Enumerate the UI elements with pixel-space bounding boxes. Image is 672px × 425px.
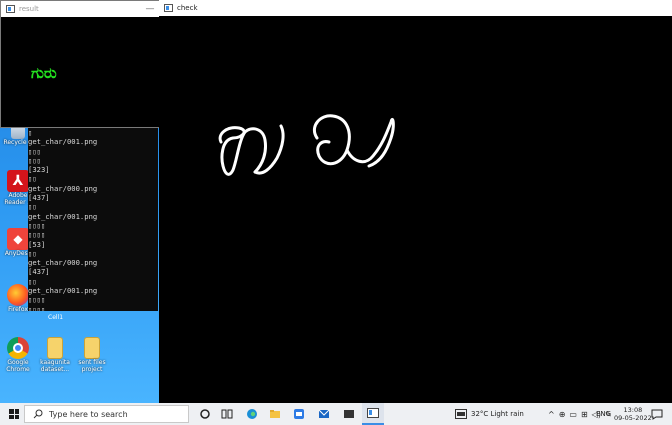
window-title: result <box>19 5 39 13</box>
handwriting-canvas[interactable] <box>159 16 672 403</box>
weather-widget[interactable]: 32°C Light rain <box>455 403 524 425</box>
desktop-icon-sent-files-project[interactable]: sent files project <box>76 337 108 373</box>
console-line: get_char/000.png <box>28 183 98 193</box>
desktop-icon-label: kaagunita dataset... <box>40 359 70 373</box>
partial-icon-label: Cell1 <box>48 314 64 321</box>
anydesk-icon: ◆ <box>7 228 29 250</box>
zip-folder-icon <box>47 337 63 359</box>
window-icon <box>6 5 15 13</box>
console-line: ▯▯▯▯ <box>28 220 46 230</box>
handwriting-stroke <box>345 117 395 168</box>
chevron-up-icon[interactable]: ^ <box>548 410 555 419</box>
check-window[interactable]: check <box>159 0 672 403</box>
console-line: ▯▯ <box>28 174 37 184</box>
language-indicator[interactable]: ENG <box>596 403 611 425</box>
taskbar: Type here to search 32°C Light rain ^ ⊕ … <box>0 403 672 425</box>
task-view-icon[interactable] <box>221 408 233 420</box>
weather-text: 32°C Light rain <box>471 410 524 418</box>
window-title: check <box>177 4 198 12</box>
result-window[interactable]: result — ಗುರು <box>0 0 160 128</box>
console-line: ▯▯ <box>28 202 37 212</box>
search-placeholder: Type here to search <box>49 409 128 419</box>
console-line: ▯▯▯ <box>28 155 41 165</box>
terminal-icon[interactable] <box>343 408 355 420</box>
search-icon <box>33 409 43 419</box>
clock-time: 13:08 <box>623 406 643 414</box>
console-line: [437] <box>28 193 50 203</box>
desktop-icon-kaagunita-dataset[interactable]: kaagunita dataset... <box>39 337 71 373</box>
active-app-indicator[interactable] <box>362 403 384 425</box>
edge-icon[interactable] <box>246 408 258 420</box>
weather-icon <box>455 409 467 419</box>
console-line: ▯▯ <box>28 276 37 286</box>
handwriting-stroke <box>218 126 267 176</box>
desktop-icon-label: sent files project <box>78 359 106 373</box>
handwriting-stroke <box>312 114 351 166</box>
console-line: get_char/001.png <box>28 286 98 296</box>
desktop-icon-label: Google Chrome <box>6 359 30 373</box>
clock[interactable]: 13:08 09-05-2022 <box>614 403 652 425</box>
console-line: ▯ <box>28 128 33 137</box>
console-line: ▯▯▯ <box>28 146 41 156</box>
zip-folder-icon <box>84 337 100 359</box>
window-icon <box>367 408 379 418</box>
check-titlebar[interactable]: check <box>159 0 672 16</box>
network-icon[interactable]: ⊞ <box>581 410 588 419</box>
console-line: [53] <box>28 239 46 249</box>
meet-icon[interactable]: ⊕ <box>559 410 566 419</box>
language-text: ENG <box>596 410 612 418</box>
mail-icon[interactable] <box>318 408 330 420</box>
adobe-reader-icon: ⅄ <box>7 170 29 192</box>
app-icon[interactable] <box>293 408 305 420</box>
result-titlebar[interactable]: result — <box>1 1 159 17</box>
file-explorer-icon[interactable] <box>269 408 281 420</box>
chrome-icon <box>7 337 29 359</box>
console-line: ▯▯▯▯ <box>28 230 46 240</box>
console-line: [437] <box>28 267 50 277</box>
console-output: ▯ get_char/001.png ▯▯▯ ▯▯▯ [323] ▯▯ get_char/0… <box>28 127 158 311</box>
console-line: get_char/001.png <box>28 137 98 147</box>
console-line: get_char/001.png <box>28 211 98 221</box>
clock-date: 09-05-2022 <box>614 414 652 422</box>
notification-icon[interactable] <box>651 408 663 420</box>
cortana-icon[interactable] <box>199 408 211 420</box>
console-line: get_char/000.png <box>28 258 98 268</box>
firefox-icon <box>7 284 29 306</box>
window-icon <box>164 4 173 12</box>
desktop-partial-labels: Cell1 <box>28 308 158 323</box>
console-line: ▯▯▯▯ <box>28 295 46 305</box>
windows-start-icon[interactable] <box>9 409 19 419</box>
recognized-text: ಗುರು <box>31 64 57 82</box>
console-line: ▯▯ <box>28 248 37 258</box>
taskbar-search[interactable]: Type here to search <box>24 405 189 423</box>
minimize-button[interactable]: — <box>141 4 159 14</box>
console-line: [323] <box>28 165 50 175</box>
battery-icon[interactable]: ▭ <box>569 410 577 419</box>
desktop-icon-chrome[interactable]: Google Chrome <box>2 337 34 373</box>
